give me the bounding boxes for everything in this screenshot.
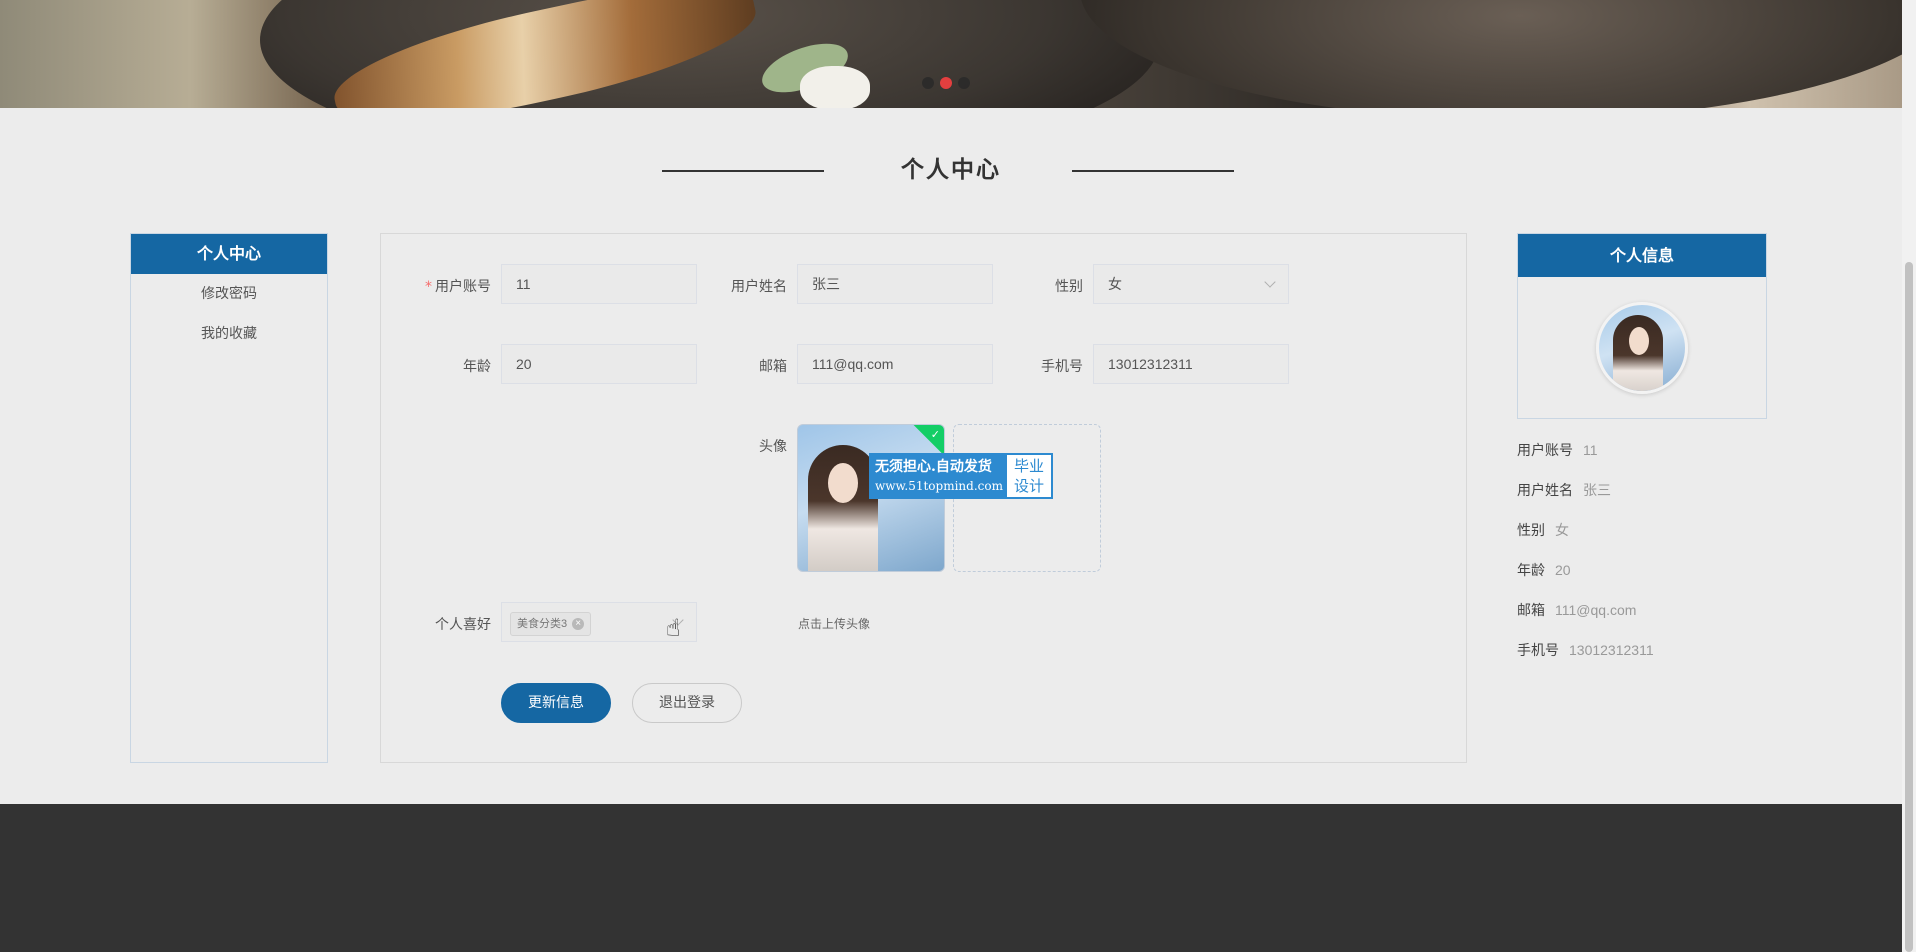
avatar-face [1629, 327, 1649, 355]
menu-item-my-favorites[interactable]: 我的收藏 [131, 314, 327, 354]
carousel-dot[interactable] [958, 77, 970, 89]
page-title: 个人中心 [901, 157, 1001, 183]
carousel-dot[interactable] [922, 77, 934, 89]
upload-avatar-tip: 点击上传头像 [798, 617, 871, 631]
carousel-dot-active[interactable] [940, 77, 952, 89]
gender-select-value: 女 [1108, 276, 1122, 292]
info-row-account: 用户账号 11 [1517, 442, 1598, 459]
name-label: 用户姓名 [731, 279, 787, 295]
hobby-label: 个人喜好 [435, 617, 491, 633]
upload-success-badge [912, 425, 944, 457]
info-row-gender: 性别女 [1517, 522, 1569, 539]
menu-item-change-password[interactable]: 修改密码 [131, 274, 327, 314]
vertical-scrollbar[interactable] [1902, 0, 1916, 952]
phone-input[interactable]: 13012312311 [1093, 344, 1289, 384]
email-input[interactable]: 111@qq.com [797, 344, 993, 384]
carousel-indicators [922, 77, 970, 89]
email-label: 邮箱 [759, 359, 787, 375]
update-info-button[interactable]: 更新信息 [501, 683, 611, 723]
watermark-left: 无须担心.自动发货 www.51topmind.com [871, 455, 1007, 497]
logout-button[interactable]: 退出登录 [632, 683, 742, 723]
left-menu-header[interactable]: 个人中心 [131, 234, 327, 274]
watermark-right: 毕业设计 [1013, 457, 1044, 495]
info-row-email: 邮箱 111@qq.com [1517, 602, 1637, 619]
age-input[interactable]: 20 [501, 344, 697, 384]
hand-cursor-icon: ☝ [666, 614, 681, 642]
account-label-text: 用户账号 [435, 279, 491, 295]
avatar [1596, 302, 1688, 394]
hero-banner [0, 0, 1902, 108]
account-label: * 用户账号 [401, 276, 491, 296]
hobby-tag-label: 美食分类3 [517, 618, 568, 630]
info-row-age: 年龄 20 [1517, 562, 1571, 579]
account-input[interactable]: 11 [501, 264, 697, 304]
info-row-name: 用户姓名 张三 [1517, 482, 1611, 499]
watermark-line2: www.51topmind.com [875, 479, 1003, 493]
banner-radish [800, 66, 870, 108]
personal-info-card: 个人信息 [1517, 233, 1767, 419]
chevron-down-icon [1264, 276, 1276, 288]
gender-select[interactable]: 女 [1093, 264, 1289, 304]
left-menu: 个人中心 修改密码 我的收藏 [130, 233, 328, 763]
page-footer [0, 804, 1902, 952]
banner-plate-right [1080, 0, 1902, 108]
info-row-phone: 手机号 13012312311 [1517, 642, 1654, 659]
watermark-line1: 无须担心.自动发货 [875, 459, 992, 475]
age-label: 年龄 [463, 359, 491, 375]
name-input[interactable]: 张三 [797, 264, 993, 304]
close-icon[interactable]: × [572, 618, 585, 631]
check-icon: ✓ [930, 428, 940, 441]
info-card-header: 个人信息 [1518, 234, 1766, 277]
avatar-face [828, 463, 858, 503]
scrollbar-thumb[interactable] [1905, 262, 1913, 952]
profile-form: * 用户账号 11 用户姓名 张三 性别 女 年龄 20 邮箱 111@qq.co… [380, 233, 1467, 763]
avatar-label: 头像 [759, 439, 787, 455]
required-mark: * [425, 279, 432, 295]
watermark-badge: 无须担心.自动发货 www.51topmind.com 毕业设计 [869, 453, 1053, 499]
title-line-right [1072, 170, 1234, 172]
hobby-tag: 美食分类3 × [510, 612, 592, 636]
gender-label: 性别 [1055, 279, 1083, 295]
phone-label: 手机号 [1041, 359, 1083, 375]
